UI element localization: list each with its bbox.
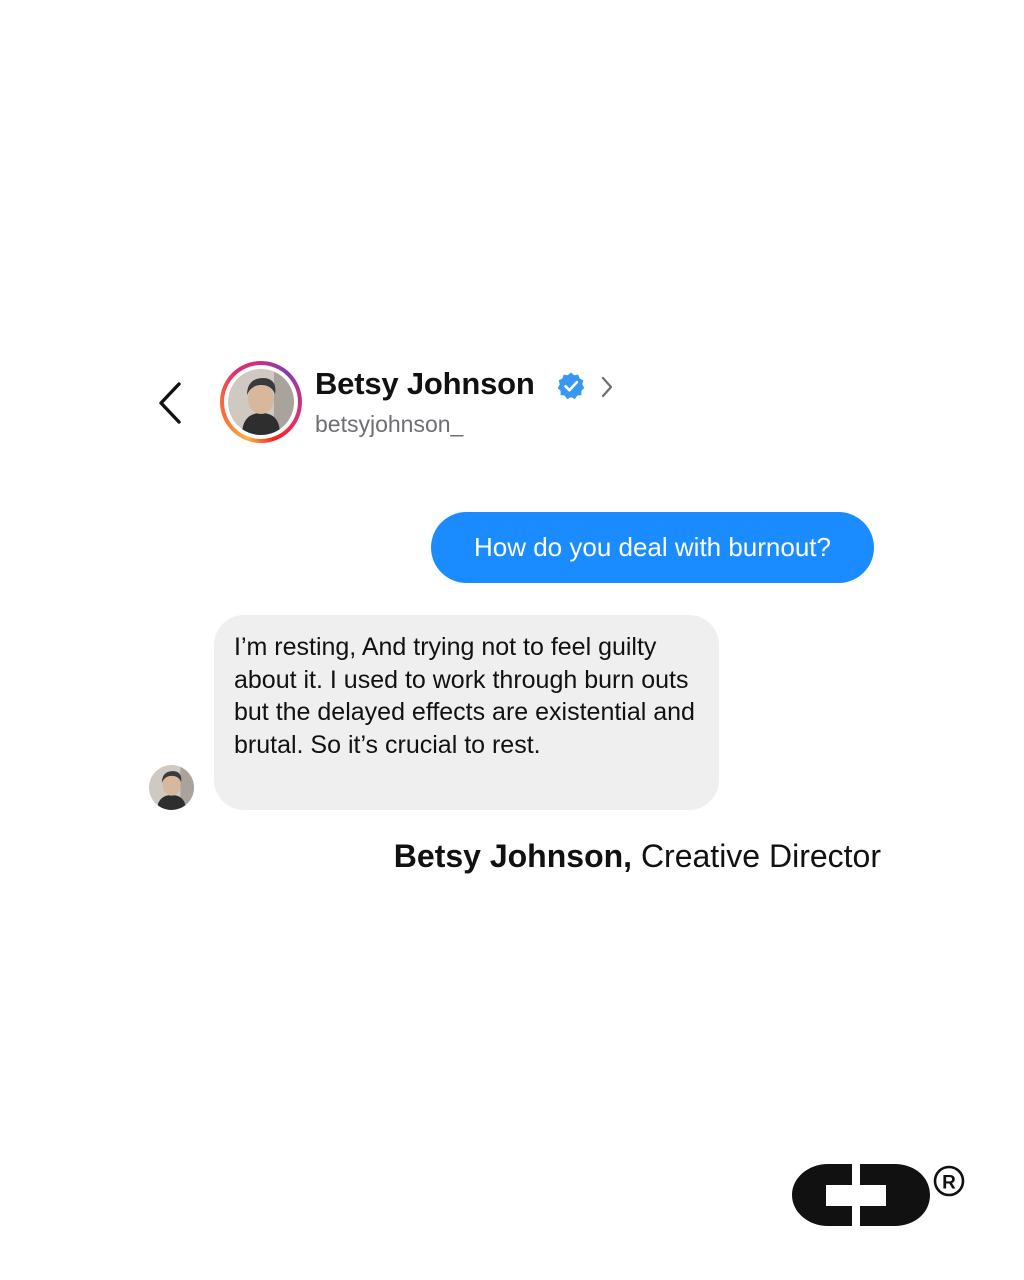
attribution-name: Betsy Johnson,	[393, 838, 633, 874]
profile-avatar[interactable]	[220, 361, 302, 443]
avatar-photo	[228, 369, 294, 435]
brand-logo: R	[792, 1164, 965, 1226]
outgoing-message-text: How do you deal with burnout?	[473, 532, 831, 562]
attribution-role: Creative Director	[632, 838, 881, 874]
contact-handle: betsyjohnson_	[315, 411, 464, 437]
incoming-message-bubble[interactable]: I’m resting, And trying not to feel guil…	[214, 615, 719, 810]
incoming-message-text: I’m resting, And trying not to feel guil…	[234, 633, 695, 759]
chevron-right-icon[interactable]	[598, 374, 616, 400]
back-button[interactable]	[150, 378, 194, 428]
svg-text:R: R	[942, 1173, 956, 1194]
outgoing-message-bubble[interactable]: How do you deal with burnout?	[431, 512, 874, 583]
quote-attribution: Betsy Johnson, Creative Director	[394, 838, 881, 875]
chevron-left-icon	[159, 382, 181, 424]
sender-avatar	[149, 765, 194, 810]
contact-name[interactable]: Betsy Johnson	[315, 366, 535, 402]
verified-badge-icon	[557, 372, 585, 399]
